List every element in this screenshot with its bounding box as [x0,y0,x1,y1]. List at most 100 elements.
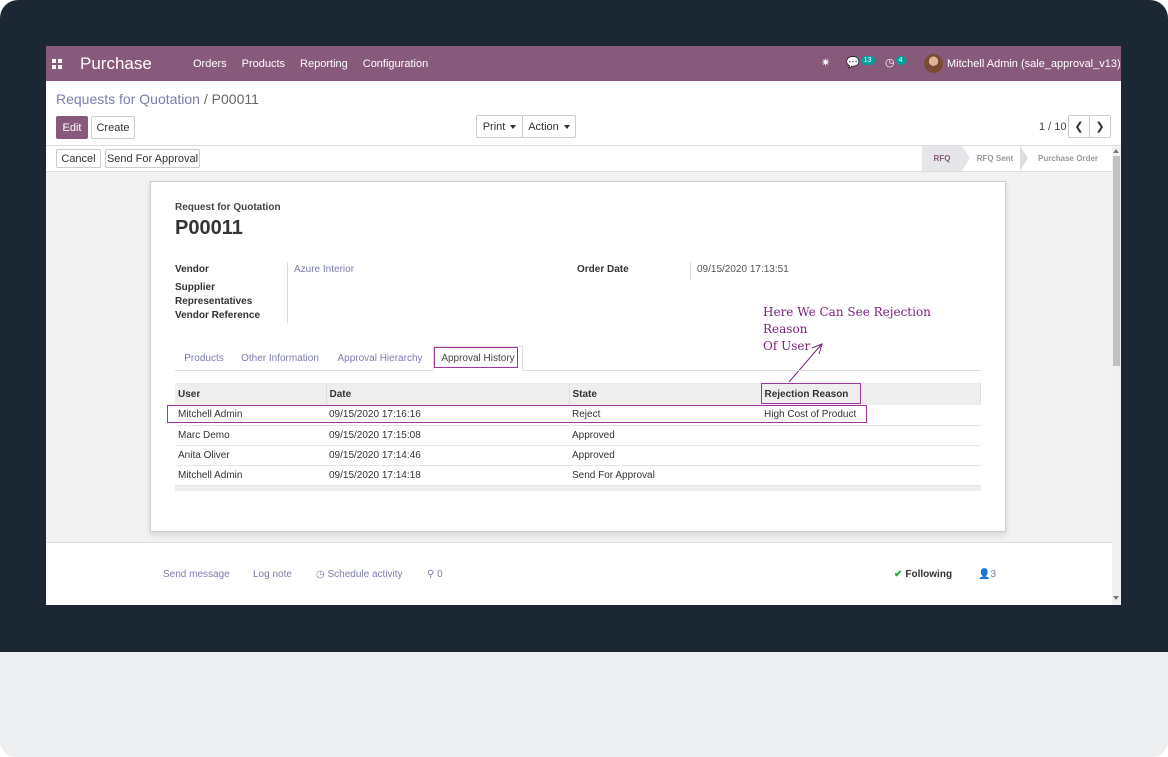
column-user[interactable]: User [175,383,327,405]
breadcrumb-separator: / [203,91,208,107]
cell-state: Approved [569,425,761,446]
monitor-frame: Purchase Orders Products Reporting Confi… [0,0,1168,757]
cell-rejection-reason [761,465,981,486]
cell-state: Send For Approval [569,465,761,486]
notebook-tabs: Products Other Information Approval Hier… [175,346,981,371]
user-menu[interactable]: Mitchell Admin (sale_approval_v13) [947,58,1121,70]
user-icon: 👤 [978,569,991,580]
stage-rfq[interactable]: RFQ [922,146,962,171]
activities-badge: 4 [895,56,906,65]
tab-approval-hierarchy[interactable]: Approval Hierarchy [330,346,430,371]
table-row[interactable]: Marc Demo 09/15/2020 17:15:08 Approved [175,425,981,446]
table-row[interactable]: Mitchell Admin 09/15/2020 17:14:18 Send … [175,465,981,486]
attachments-count: 0 [437,569,443,580]
clock-icon[interactable]: ◷ 4 [885,56,906,69]
form-sheet: Request for Quotation P00011 Vendor Azur… [150,181,1006,532]
print-label: Print [482,120,506,133]
top-navbar: Purchase Orders Products Reporting Confi… [46,46,1121,81]
field-separator [287,262,288,323]
cell-state: Approved [569,445,761,466]
pager-value: 1 / 10 [1039,121,1067,133]
chatter: Send message Log note ◷ Schedule activit… [46,542,1112,605]
bug-icon[interactable]: ✷ [821,56,830,69]
breadcrumb: Requests for Quotation / P00011 [56,91,259,107]
cell-user: Marc Demo [175,425,326,446]
stage-rfq-sent[interactable]: RFQ Sent [970,146,1020,171]
pager-previous-button[interactable]: ❮ [1068,115,1090,138]
clock-outline-icon: ◷ [316,569,328,580]
scroll-thumb[interactable] [1113,156,1120,366]
chat-icon[interactable]: 💬 13 [846,56,875,69]
column-date[interactable]: Date [326,383,570,405]
avatar[interactable] [924,54,943,73]
main-menu: Orders Products Reporting Configuration [193,58,428,70]
cell-date: 09/15/2020 17:14:46 [326,445,569,466]
action-label: Action [528,120,559,133]
user-name: Mitchell Admin (sale_approval_v13) [947,58,1121,70]
edit-button[interactable]: Edit [56,116,88,139]
representatives-label: Representatives [175,296,253,307]
tab-other-information[interactable]: Other Information [235,346,325,371]
cell-rejection-reason [761,445,981,466]
schedule-activity-button[interactable]: ◷ Schedule activity [316,569,403,580]
menu-configuration[interactable]: Configuration [363,58,428,70]
scroll-down-arrow[interactable] [1113,596,1119,600]
cell-rejection-reason [761,425,981,446]
cancel-button[interactable]: Cancel [56,149,101,168]
highlight-row-box [167,405,867,423]
stage-purchase-order[interactable]: Purchase Order [1028,146,1108,171]
check-icon: ✔ [894,569,903,580]
breadcrumb-current: P00011 [211,91,259,107]
attachments-button[interactable]: ⚲ 0 [427,569,443,580]
stage-divider [1020,146,1028,171]
log-note-button[interactable]: Log note [253,569,292,580]
highlight-tab-box [434,347,518,368]
action-button[interactable]: Action [522,115,576,138]
table-row[interactable]: Anita Oliver 09/15/2020 17:14:46 Approve… [175,445,981,466]
send-message-button[interactable]: Send message [163,569,230,580]
breadcrumb-parent[interactable]: Requests for Quotation [56,91,200,107]
field-separator [690,262,691,280]
chevron-right-icon: ❯ [1095,121,1105,133]
cell-date: 09/15/2020 17:15:08 [326,425,569,446]
followers-count: 3 [990,569,997,580]
cell-user: Anita Oliver [175,445,326,466]
menu-orders[interactable]: Orders [193,58,227,70]
stage-divider [962,146,970,171]
apps-grid-icon[interactable] [52,59,62,69]
vendor-label: Vendor [175,264,209,275]
following-button[interactable]: ✔ Following [894,569,952,580]
order-date-value: 09/15/2020 17:13:51 [697,264,789,275]
messages-badge: 13 [860,56,875,65]
chevron-left-icon: ❮ [1074,121,1084,133]
scrollbar[interactable] [1112,146,1121,605]
followers-button[interactable]: 👤3 [978,569,996,580]
cell-user: Mitchell Admin [175,465,326,486]
menu-reporting[interactable]: Reporting [300,58,348,70]
caret-down-icon [510,124,517,129]
status-bar: Cancel Send For Approval RFQ RFQ Sent Pu… [46,146,1112,172]
create-button[interactable]: Create [91,116,135,139]
menu-products[interactable]: Products [242,58,285,70]
pager-next-button[interactable]: ❯ [1089,115,1111,138]
tab-products[interactable]: Products [175,346,233,371]
app-screen: Purchase Orders Products Reporting Confi… [46,46,1121,605]
print-button[interactable]: Print [476,115,523,138]
supplier-label: Supplier [175,282,216,293]
caret-down-icon [563,124,570,129]
send-for-approval-button[interactable]: Send For Approval [105,149,200,168]
record-name: P00011 [175,217,243,239]
paperclip-icon: ⚲ [427,569,438,580]
cell-date: 09/15/2020 17:14:18 [326,465,569,486]
scroll-up-arrow[interactable] [1113,149,1119,153]
monitor-stand [0,652,1168,757]
column-state[interactable]: State [569,383,762,405]
vendor-value[interactable]: Azure Interior [294,264,354,275]
form-subtitle: Request for Quotation [175,202,281,213]
highlight-column-box [761,383,861,404]
app-title: Purchase [80,54,152,73]
vendor-reference-label: Vendor Reference [175,310,261,321]
table-footer [175,486,981,491]
schedule-activity-label: Schedule activity [327,569,403,580]
order-date-label: Order Date [577,264,629,275]
